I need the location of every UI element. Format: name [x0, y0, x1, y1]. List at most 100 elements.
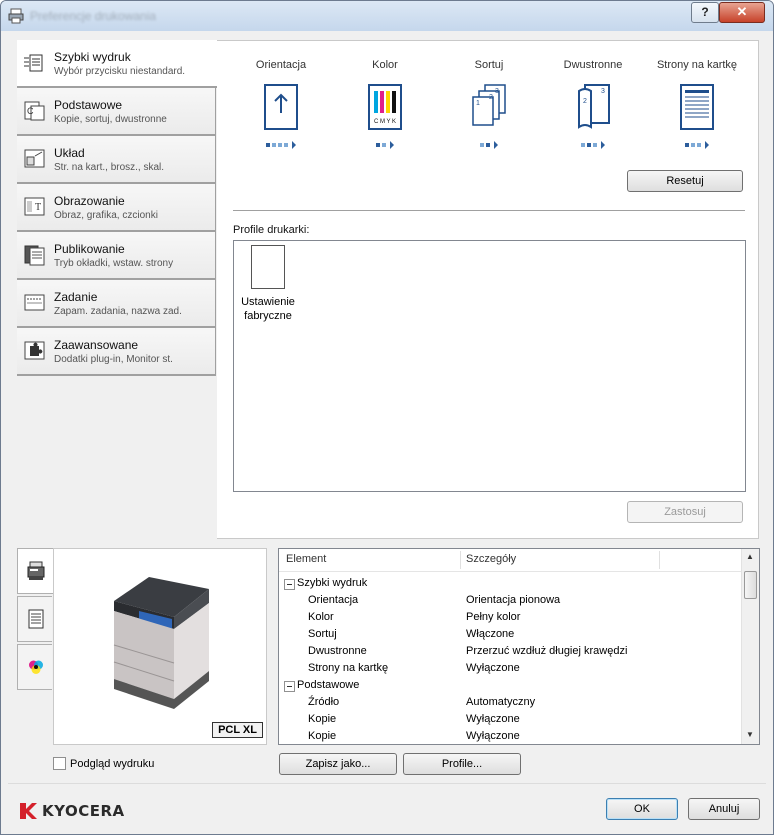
- publishing-icon: [23, 244, 47, 266]
- save-as-button[interactable]: Zapisz jako...: [279, 753, 397, 775]
- nav-item-układ[interactable]: Układ Str. na kart., brosz., skal.: [17, 136, 216, 184]
- setting-value: Wyłączone: [466, 713, 520, 725]
- nav-item-subtitle: Kopie, sortuj, dwustronne: [54, 114, 167, 125]
- next-option-icon[interactable]: [292, 141, 296, 149]
- quick-setting-duplex[interactable]: Dwustronne 3 2: [541, 59, 645, 149]
- nav-item-szybki-wydruk[interactable]: Szybki wydruk Wybór przycisku niestandard…: [17, 40, 217, 88]
- option-dots[interactable]: [541, 141, 645, 149]
- option-dots[interactable]: [229, 141, 333, 149]
- printer-icon: [27, 561, 45, 580]
- setting-value: Pełny kolor: [466, 611, 521, 623]
- svg-text:C M Y K: C M Y K: [374, 119, 396, 125]
- nav-item-zaawansowane[interactable]: Zaawansowane Dodatki plug-in, Monitor st.: [17, 328, 216, 376]
- next-option-icon[interactable]: [705, 141, 709, 149]
- svg-text:2: 2: [489, 94, 493, 101]
- quick-setting-label: Orientacja: [255, 59, 307, 71]
- setting-name: Dwustronne: [308, 645, 367, 657]
- option-dots[interactable]: [645, 141, 749, 149]
- column-header-element[interactable]: Element: [286, 553, 326, 565]
- profile-factory-default[interactable]: Ustawienie fabryczne: [238, 245, 298, 323]
- pdl-badge: PCL XL: [212, 722, 263, 738]
- quick-setting-orientation[interactable]: Orientacja: [229, 59, 333, 149]
- option-indicator: [691, 143, 695, 147]
- option-indicator: [685, 143, 689, 147]
- nav-item-obrazowanie[interactable]: T Obrazowanie Obraz, grafika, czcionki: [17, 184, 216, 232]
- collapse-icon[interactable]: [284, 681, 295, 692]
- quick-setting-label: Kolor: [372, 59, 398, 71]
- help-button[interactable]: ?: [691, 2, 719, 23]
- quick-setting-label: Sortuj: [474, 59, 504, 71]
- nav-item-subtitle: Dodatki plug-in, Monitor st.: [54, 354, 173, 365]
- page-icon: [251, 245, 285, 289]
- option-indicator: [266, 143, 270, 147]
- table-row[interactable]: Źródło Automatyczny: [279, 694, 742, 711]
- color-cmyk-icon[interactable]: C M Y K: [363, 83, 407, 131]
- nav-item-title: Zaawansowane: [54, 338, 139, 352]
- next-option-icon[interactable]: [390, 141, 394, 149]
- profiles-label: Profile drukarki:: [233, 224, 310, 236]
- column-divider: [659, 551, 660, 569]
- setting-value: Przerzuć wzdłuż długiej krawędzi: [466, 645, 628, 657]
- setting-value: Wyłączone: [466, 662, 520, 674]
- profiles-button[interactable]: Profile...: [403, 753, 521, 775]
- brand-name: KYOCERA: [42, 802, 125, 820]
- quick-print-icon: [23, 52, 47, 74]
- scroll-up-icon[interactable]: ▲: [746, 552, 754, 561]
- tree-group-row[interactable]: Szybki wydruk: [279, 575, 742, 592]
- option-dots[interactable]: [333, 141, 437, 149]
- scroll-down-icon[interactable]: ▼: [746, 730, 754, 739]
- imaging-icon: T: [23, 196, 47, 218]
- ok-button[interactable]: OK: [606, 798, 678, 820]
- group-label: Szybki wydruk: [297, 577, 368, 589]
- option-indicator: [278, 143, 282, 147]
- next-option-icon[interactable]: [601, 141, 605, 149]
- print-preview-label: Podgląd wydruku: [70, 757, 155, 770]
- setting-name: Źródło: [308, 696, 340, 708]
- scroll-thumb[interactable]: [744, 571, 757, 599]
- nav-item-title: Układ: [54, 146, 85, 160]
- printer-preview: PCL XL: [53, 548, 267, 745]
- print-preview-checkbox[interactable]: [53, 757, 66, 770]
- print-preview-option[interactable]: Podgląd wydruku: [53, 757, 154, 770]
- nav-item-zadanie[interactable]: Zadanie Zapam. zadania, nazwa zad.: [17, 280, 216, 328]
- layout-icon: [23, 148, 47, 170]
- table-row[interactable]: Strony na kartkę Wyłączone: [279, 660, 742, 677]
- reset-button[interactable]: Resetuj: [627, 170, 743, 192]
- column-header-details[interactable]: Szczegóły: [466, 553, 516, 565]
- table-row[interactable]: Kopie Wyłączone: [279, 728, 742, 744]
- duplex-icon[interactable]: 32: [571, 83, 615, 131]
- quick-setting-collate[interactable]: Sortuj 3 2 1: [437, 59, 541, 149]
- orientation-icon[interactable]: [259, 83, 303, 131]
- quick-setting-color-cmyk[interactable]: Kolor C M Y K: [333, 59, 437, 149]
- nav-item-title: Obrazowanie: [54, 194, 125, 208]
- profiles-list[interactable]: Ustawienie fabryczne: [233, 240, 746, 492]
- table-row[interactable]: Kolor Pełny kolor: [279, 609, 742, 626]
- svg-text:3: 3: [601, 88, 605, 95]
- tree-group-row[interactable]: Podstawowe: [279, 677, 742, 694]
- quick-setting-pages-per-sheet[interactable]: Strony na kartkę: [645, 59, 749, 149]
- nav-item-podstawowe[interactable]: C Podstawowe Kopie, sortuj, dwustronne: [17, 88, 216, 136]
- color-wheel-icon: [29, 660, 43, 674]
- vertical-scrollbar[interactable]: ▲ ▼: [741, 549, 759, 744]
- tab-printer-preview[interactable]: [17, 548, 54, 594]
- table-row[interactable]: Sortuj Włączone: [279, 626, 742, 643]
- category-nav: Szybki wydruk Wybór przycisku niestandard…: [17, 40, 217, 376]
- collate-icon[interactable]: 32 1: [467, 83, 511, 131]
- tab-color-preview[interactable]: [17, 644, 52, 690]
- tab-page-preview[interactable]: [17, 596, 52, 642]
- table-row[interactable]: Dwustronne Przerzuć wzdłuż długiej krawęd…: [279, 643, 742, 660]
- printer-icon: [8, 8, 24, 24]
- pages-per-sheet-icon[interactable]: [675, 83, 719, 131]
- apply-button[interactable]: Zastosuj: [627, 501, 743, 523]
- document-icon: [28, 609, 44, 629]
- settings-summary-list[interactable]: Element Szczegóły Szybki wydruk Orientacj…: [278, 548, 760, 745]
- table-row[interactable]: Kopie Wyłączone: [279, 711, 742, 728]
- table-row[interactable]: Orientacja Orientacja pionowa: [279, 592, 742, 609]
- dialog-client-area: Szybki wydruk Wybór przycisku niestandard…: [8, 31, 766, 829]
- close-button[interactable]: ✕: [719, 2, 765, 23]
- next-option-icon[interactable]: [494, 141, 498, 149]
- nav-item-publikowanie[interactable]: Publikowanie Tryb okładki, wstaw. strony: [17, 232, 216, 280]
- option-dots[interactable]: [437, 141, 541, 149]
- cancel-button[interactable]: Anuluj: [688, 798, 760, 820]
- collapse-icon[interactable]: [284, 579, 295, 590]
